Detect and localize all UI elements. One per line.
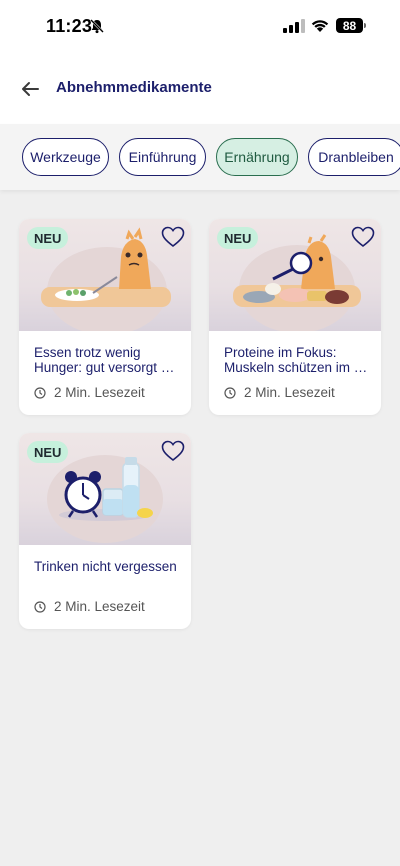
chip-werkzeuge[interactable]: Werkzeuge <box>22 138 109 176</box>
clock-icon <box>34 600 46 613</box>
new-badge: NEU <box>27 227 69 249</box>
clock-icon <box>34 386 46 399</box>
status-time: 11:23 <box>46 16 93 36</box>
new-badge: NEU <box>217 227 259 249</box>
article-card[interactable]: NEU Essen trotz wenig Hunger: gut versor… <box>19 219 191 415</box>
reading-time: 2 Min. Lesezeit <box>34 599 145 614</box>
top-bar: 11:23 88 Abnehmmedikamente <box>0 0 400 124</box>
heart-favorite-icon[interactable] <box>161 226 185 248</box>
chip-ernaehrung[interactable]: Ernährung <box>216 138 298 176</box>
battery-tip <box>364 23 366 28</box>
article-image: NEU <box>19 219 191 331</box>
reading-time-label: 2 Min. Lesezeit <box>244 385 335 400</box>
reading-time-label: 2 Min. Lesezeit <box>54 385 145 400</box>
article-title: Proteine im Fokus: Muskeln schützen im … <box>224 345 368 375</box>
article-card[interactable]: NEU Trinken nicht vergessen 2 Min. Lesez… <box>19 433 191 629</box>
clock-icon <box>224 386 236 399</box>
reading-time: 2 Min. Lesezeit <box>34 385 145 400</box>
article-card[interactable]: NEU Proteine im Fokus: Muskeln schützen … <box>209 219 381 415</box>
page-title: Abnehmmedikamente <box>56 79 212 96</box>
reading-time-label: 2 Min. Lesezeit <box>54 599 145 614</box>
back-arrow-icon[interactable] <box>18 77 42 101</box>
article-title: Essen trotz wenig Hunger: gut versorgt … <box>34 345 175 375</box>
cellular-signal-icon <box>283 19 305 33</box>
battery-indicator: 88 <box>336 18 363 33</box>
status-bar: 11:23 88 <box>0 0 400 54</box>
article-image: NEU <box>209 219 381 331</box>
article-image: NEU <box>19 433 191 545</box>
wifi-icon <box>311 20 329 32</box>
bell-muted-icon <box>90 19 104 34</box>
chip-einfuehrung[interactable]: Einführung <box>119 138 206 176</box>
battery-level: 88 <box>342 18 357 33</box>
heart-favorite-icon[interactable] <box>161 440 185 462</box>
new-badge: NEU <box>27 441 69 463</box>
heart-favorite-icon[interactable] <box>351 226 375 248</box>
reading-time: 2 Min. Lesezeit <box>224 385 335 400</box>
category-chip-bar[interactable]: Werkzeuge Einführung Ernährung Dranbleib… <box>0 124 400 190</box>
chip-dranbleiben[interactable]: Dranbleiben <box>308 138 400 176</box>
article-title: Trinken nicht vergessen <box>34 559 177 574</box>
